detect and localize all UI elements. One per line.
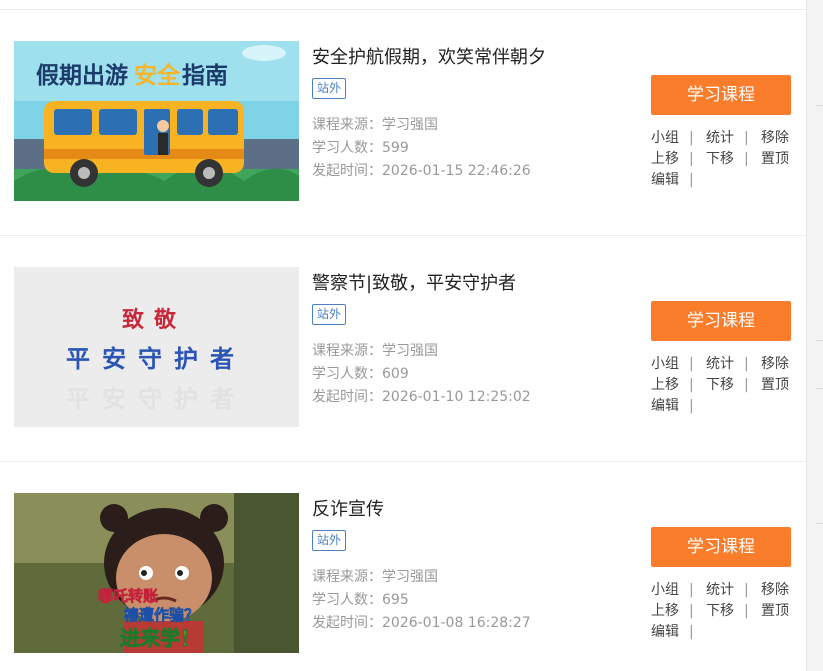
edit-link[interactable]: 编辑 |: [651, 169, 694, 189]
source-tag: 站外: [312, 304, 347, 325]
group-link[interactable]: 小组 |: [651, 579, 706, 599]
police-day-illustration: 致敬 平安守护者 平安守护者: [14, 267, 299, 427]
pin-top-link[interactable]: 置顶: [761, 148, 796, 168]
svg-text:指南: 指南: [182, 63, 228, 89]
move-up-link[interactable]: 上移 |: [651, 600, 706, 620]
source-tag: 站外: [312, 530, 347, 551]
course-source: 课程来源：学习强国: [312, 343, 438, 359]
study-course-button[interactable]: 学习课程: [651, 75, 791, 115]
learner-count: 学习人数：609: [312, 366, 409, 382]
edit-link[interactable]: 编辑 |: [651, 621, 694, 641]
move-up-link[interactable]: 上移 |: [651, 374, 706, 394]
svg-text:樁遭作骗？: 樁遭作骗？: [124, 606, 199, 624]
learner-count: 学习人数：695: [312, 592, 409, 608]
move-down-link[interactable]: 下移 |: [706, 600, 761, 620]
side-panel-divider: [816, 523, 823, 524]
move-up-link[interactable]: 上移 |: [651, 148, 706, 168]
edit-link[interactable]: 编辑 |: [651, 395, 694, 415]
side-panel-divider: [816, 388, 823, 389]
anti-fraud-illustration: 哪吒转账 樁遭作骗？ 进来学！: [14, 493, 299, 653]
course-title[interactable]: 安全护航假期，欢笑常伴朝夕: [312, 43, 546, 69]
svg-text:致敬: 致敬: [122, 307, 186, 333]
scrollbar-track[interactable]: [806, 0, 823, 671]
stats-link[interactable]: 统计 |: [706, 579, 761, 599]
pin-top-link[interactable]: 置顶: [761, 374, 796, 394]
svg-text:平安守护者: 平安守护者: [66, 384, 246, 413]
course-actions: 小组 | 统计 | 移除 上移 | 下移 | 置顶 编辑 |: [651, 352, 796, 415]
course-title[interactable]: 反诈宣传: [312, 495, 384, 521]
start-time: 发起时间：2026-01-15 22:46:26: [312, 163, 531, 179]
course-item: 哪吒转账 樁遭作骗？ 进来学！ 反诈宣传 站外 课程来源：学习强国 学习人数：6…: [0, 462, 806, 671]
course-thumbnail[interactable]: 致敬 平安守护者 平安守护者: [14, 267, 299, 427]
move-down-link[interactable]: 下移 |: [706, 374, 761, 394]
start-time: 发起时间：2026-01-08 16:28:27: [312, 615, 531, 631]
study-course-button[interactable]: 学习课程: [651, 301, 791, 341]
remove-link[interactable]: 移除: [761, 127, 796, 147]
course-thumbnail[interactable]: 哪吒转账 樁遭作骗？ 进来学！: [14, 493, 299, 653]
course-source: 课程来源：学习强国: [312, 117, 438, 133]
course-actions: 小组 | 统计 | 移除 上移 | 下移 | 置顶 编辑 |: [651, 578, 796, 641]
move-down-link[interactable]: 下移 |: [706, 148, 761, 168]
course-item: 假期出游 安全 指南 安全护航假期，欢笑常伴朝夕 站外 课程来源：学习强国 学习…: [0, 10, 806, 236]
svg-text:平安守护者: 平安守护者: [66, 344, 246, 373]
svg-text:安全: 安全: [134, 62, 181, 89]
svg-text:哪吒转账: 哪吒转账: [98, 587, 158, 605]
bus-illustration: 假期出游 安全 指南: [14, 41, 299, 201]
group-link[interactable]: 小组 |: [651, 127, 706, 147]
stats-link[interactable]: 统计 |: [706, 127, 761, 147]
study-course-button[interactable]: 学习课程: [651, 527, 791, 567]
course-actions: 小组 | 统计 | 移除 上移 | 下移 | 置顶 编辑 |: [651, 126, 796, 189]
course-thumbnail[interactable]: 假期出游 安全 指南: [14, 41, 299, 201]
svg-text:进来学！: 进来学！: [120, 626, 200, 650]
course-title[interactable]: 警察节|致敬，平安守护者: [312, 269, 516, 295]
stats-link[interactable]: 统计 |: [706, 353, 761, 373]
remove-link[interactable]: 移除: [761, 579, 796, 599]
learner-count: 学习人数：599: [312, 140, 409, 156]
start-time: 发起时间：2026-01-10 12:25:02: [312, 389, 531, 405]
source-tag: 站外: [312, 78, 347, 99]
svg-text:假期出游: 假期出游: [36, 62, 128, 89]
side-panel-divider: [816, 340, 823, 341]
group-link[interactable]: 小组 |: [651, 353, 706, 373]
course-list: 假期出游 安全 指南 安全护航假期，欢笑常伴朝夕 站外 课程来源：学习强国 学习…: [0, 0, 806, 671]
side-panel-divider: [816, 105, 823, 106]
course-item: 致敬 平安守护者 平安守护者 警察节|致敬，平安守护者 站外 课程来源：学习强国…: [0, 236, 806, 462]
remove-link[interactable]: 移除: [761, 353, 796, 373]
course-source: 课程来源：学习强国: [312, 569, 438, 585]
pin-top-link[interactable]: 置顶: [761, 600, 796, 620]
